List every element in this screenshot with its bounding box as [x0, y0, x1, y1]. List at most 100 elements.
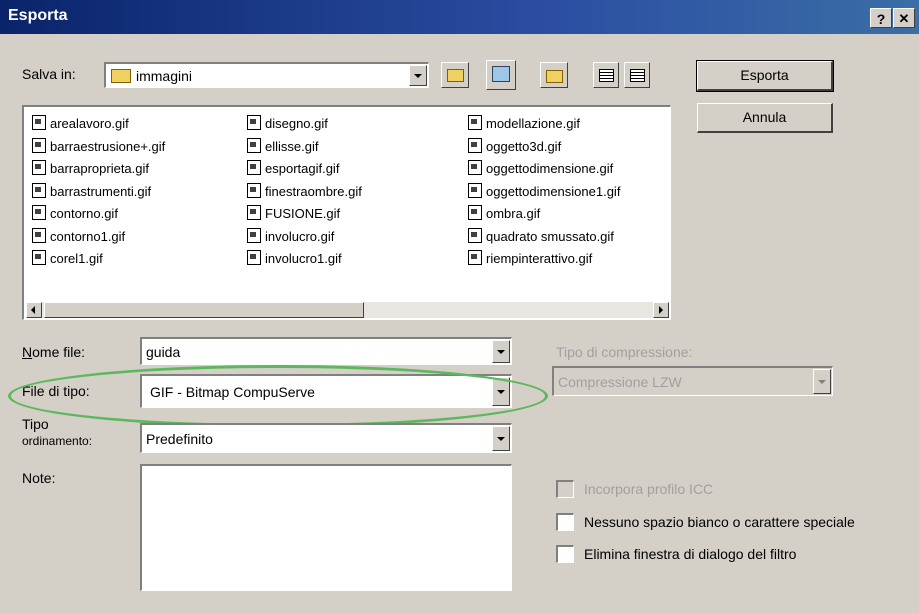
file-item[interactable]: quadrato smussato.gif [468, 227, 614, 246]
file-item[interactable]: contorno.gif [32, 205, 118, 223]
file-name: disegno.gif [265, 116, 328, 131]
gif-file-icon [247, 160, 261, 175]
file-item[interactable]: involucro.gif [247, 227, 335, 246]
gif-file-icon [247, 250, 261, 265]
file-name: modellazione.gif [486, 116, 580, 131]
file-name: barrastrumenti.gif [50, 183, 152, 199]
list-view-icon [599, 69, 614, 82]
no-whitespace-checkbox[interactable] [556, 513, 574, 531]
filename-field[interactable]: guida [140, 337, 512, 365]
file-item[interactable]: barraproprieta.gif [32, 160, 149, 178]
file-item[interactable]: oggetto3d.gif [468, 137, 561, 156]
gif-file-icon [247, 182, 261, 198]
file-item[interactable]: esportagif.gif [247, 160, 339, 178]
file-name: barraproprieta.gif [50, 161, 149, 176]
file-name: quadrato smussato.gif [486, 228, 614, 244]
list-view-button[interactable] [593, 62, 619, 88]
compression-dropdown: Compressione LZW [552, 366, 833, 396]
sort-value: Predefinito [146, 430, 213, 447]
gif-file-icon [468, 250, 482, 265]
notes-textarea[interactable] [140, 464, 512, 591]
gif-file-icon [468, 227, 482, 243]
compression-chevron-down-icon [813, 369, 831, 394]
gif-file-icon [247, 137, 261, 153]
file-item[interactable]: oggettodimensione.gif [468, 160, 613, 178]
horizontal-scrollbar[interactable] [26, 302, 669, 318]
export-button-label: Esporta [740, 67, 789, 83]
up-folder-button[interactable] [441, 62, 469, 88]
compression-label: Tipo di compressione: [556, 344, 693, 360]
file-name: involucro.gif [265, 228, 335, 244]
details-view-button[interactable] [624, 62, 650, 88]
sort-dropdown[interactable]: Predefinito [140, 423, 512, 453]
folder-icon [111, 69, 131, 83]
file-item[interactable]: arealavoro.gif [32, 115, 129, 133]
sort-label: Tipo ordinamento: [22, 416, 93, 448]
scroll-left-button[interactable] [26, 302, 42, 318]
file-item[interactable]: riempinterattivo.gif [468, 250, 592, 268]
file-name: riempinterattivo.gif [486, 251, 593, 266]
filter-dialog-checkbox[interactable] [556, 545, 574, 563]
file-name: FUSIONE.gif [265, 206, 341, 221]
scroll-thumb[interactable] [44, 302, 364, 318]
file-item[interactable]: disegno.gif [247, 115, 328, 133]
file-name: ombra.gif [486, 206, 541, 221]
file-name: contorno.gif [50, 206, 118, 221]
file-item[interactable]: ellisse.gif [247, 137, 319, 156]
file-name: contorno1.gif [50, 228, 126, 244]
gif-file-icon [468, 137, 482, 153]
file-name: involucro1.gif [265, 251, 342, 266]
sort-chevron-down-icon[interactable] [492, 426, 510, 451]
file-item[interactable]: ombra.gif [468, 205, 540, 223]
details-view-icon [630, 69, 645, 82]
export-button[interactable]: Esporta [696, 60, 834, 92]
file-name: barraestrusione+.gif [50, 138, 166, 154]
file-name: corel1.gif [50, 251, 103, 266]
save-in-value: immagini [136, 67, 193, 84]
file-item[interactable]: barrastrumenti.gif [32, 182, 152, 201]
gif-file-icon [32, 115, 46, 130]
gif-file-icon [32, 227, 46, 243]
icc-checkbox [556, 480, 574, 498]
gif-file-icon [468, 115, 482, 130]
gif-file-icon [32, 182, 46, 198]
gif-file-icon [32, 160, 46, 175]
file-item[interactable]: barraestrusione+.gif [32, 137, 166, 156]
file-item[interactable]: corel1.gif [32, 250, 103, 268]
desktop-icon [492, 66, 510, 82]
close-button[interactable]: ✕ [893, 8, 915, 28]
dialog-title: Esporta [8, 7, 68, 24]
file-name: esportagif.gif [265, 161, 340, 176]
save-in-dropdown[interactable]: immagini [104, 62, 429, 88]
gif-file-icon [468, 160, 482, 175]
file-list[interactable]: arealavoro.gif barraestrusione+.gif barrap… [22, 105, 671, 320]
help-button[interactable]: ? [870, 8, 892, 28]
file-item[interactable]: finestraombre.gif [247, 182, 362, 201]
file-name: oggettodimensione1.gif [486, 183, 621, 199]
filter-dialog-label: Elimina finestra di dialogo del filtro [584, 546, 797, 562]
chevron-down-icon[interactable] [409, 65, 427, 86]
save-in-label: Salva in: [22, 66, 76, 82]
file-name: oggettodimensione.gif [486, 161, 614, 176]
filename-chevron-down-icon[interactable] [492, 340, 510, 363]
gif-file-icon [247, 205, 261, 220]
file-item[interactable]: contorno1.gif [32, 227, 126, 246]
file-item[interactable]: modellazione.gif [468, 115, 580, 133]
export-dialog: Esporta ? ✕ Salva in: immagini Esporta A… [0, 0, 919, 613]
filename-label: Nome file: [22, 344, 86, 360]
scroll-right-button[interactable] [653, 302, 669, 318]
new-folder-button[interactable] [540, 62, 568, 88]
file-name: arealavoro.gif [50, 116, 129, 131]
icc-label: Incorpora profilo ICC [584, 481, 714, 497]
file-item[interactable]: FUSIONE.gif [247, 205, 340, 223]
desktop-button[interactable] [486, 60, 516, 90]
file-item[interactable]: involucro1.gif [247, 250, 342, 268]
title-bar[interactable]: Esporta ? ✕ [0, 0, 919, 34]
cancel-button[interactable]: Annula [697, 103, 833, 133]
file-item[interactable]: oggettodimensione1.gif [468, 182, 621, 201]
filename-value: guida [146, 343, 181, 360]
file-name: ellisse.gif [265, 138, 319, 154]
cancel-button-label: Annula [742, 109, 787, 125]
file-name: finestraombre.gif [265, 183, 362, 199]
compression-value: Compressione LZW [558, 373, 682, 390]
